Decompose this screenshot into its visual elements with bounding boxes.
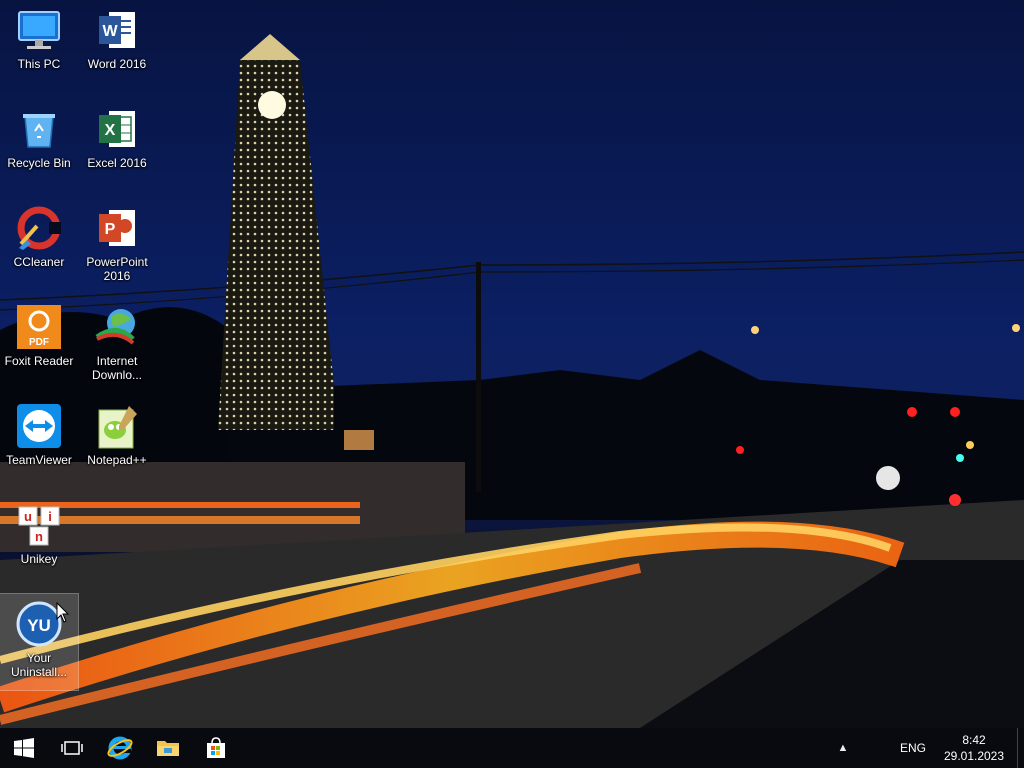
clock-date: 29.01.2023 (943, 749, 1005, 763)
word-icon: W (99, 12, 135, 48)
desktop-icon-this-pc[interactable]: This PC (0, 0, 78, 96)
show-desktop-button[interactable] (1017, 728, 1024, 768)
desktop-icon-label: Notepad++ (87, 453, 147, 467)
clock-time: 8:42 (962, 733, 986, 747)
desktop-icon-recycle-bin[interactable]: Recycle Bin (0, 99, 78, 195)
desktop-icon-powerpoint[interactable]: P PowerPoint 2016 (78, 198, 156, 294)
svg-text:P: P (105, 221, 116, 238)
svg-text:i: i (48, 509, 52, 524)
teamviewer-icon (17, 404, 61, 448)
desktop-icon-ccleaner[interactable]: CCleaner (0, 198, 78, 294)
desktop-icon-label: This PC (17, 57, 61, 71)
desktop-icon-foxit-reader[interactable]: PDF Foxit Reader (0, 297, 78, 393)
ccleaner-icon (17, 206, 61, 250)
desktop-icon-label: Internet Downlo... (91, 354, 143, 382)
system-tray: ▲ ENG 8:42 29.01.2023 (829, 728, 1024, 768)
desktop-icon-label: PowerPoint 2016 (86, 255, 148, 283)
desktop-icon-label: Recycle Bin (7, 156, 71, 170)
idm-icon (95, 309, 135, 345)
desktop-icon-label: Your Uninstall... (10, 651, 68, 679)
internet-explorer-button[interactable] (96, 728, 144, 768)
file-explorer-button[interactable] (144, 728, 192, 768)
svg-text:W: W (102, 23, 118, 40)
powerpoint-icon: P (99, 210, 135, 246)
this-pc-icon (18, 11, 60, 49)
recycle-bin-icon (23, 114, 55, 148)
notepadpp-icon (98, 406, 137, 449)
store-button[interactable] (192, 728, 240, 768)
desktop-icon-label: CCleaner (13, 255, 65, 269)
task-view-icon (61, 741, 83, 755)
file-explorer-icon (157, 741, 179, 756)
desktop-icon-label: Excel 2016 (87, 156, 147, 170)
desktop-icon-word[interactable]: W Word 2016 (78, 0, 156, 96)
internet-explorer-icon (107, 736, 133, 760)
desktop-icon-internet-download-manager[interactable]: Internet Downlo... (78, 297, 156, 393)
taskbar: ▲ ENG 8:42 29.01.2023 (0, 728, 1024, 768)
mouse-cursor-icon (56, 602, 70, 623)
excel-icon: X (99, 111, 135, 147)
desktop-icon-label: Word 2016 (87, 57, 147, 71)
start-icon (14, 738, 34, 758)
show-hidden-icons-chevron-icon[interactable]: ▲ (829, 742, 857, 754)
desktop-icon-label: Unikey (20, 552, 58, 566)
input-language-indicator[interactable]: ENG (895, 741, 931, 755)
clock[interactable]: 8:42 29.01.2023 (939, 732, 1009, 764)
desktop-icon-label: Foxit Reader (4, 354, 74, 368)
unikey-icon: u i n (18, 506, 60, 546)
svg-text:X: X (105, 122, 116, 139)
svg-text:YU: YU (27, 616, 51, 635)
svg-text:u: u (24, 509, 32, 524)
desktop-icon-teamviewer[interactable]: TeamViewer (0, 396, 78, 492)
store-icon (207, 737, 225, 758)
desktop-icon-unikey[interactable]: u i n Unikey (0, 495, 78, 591)
svg-text:PDF: PDF (29, 337, 49, 348)
svg-text:n: n (35, 529, 43, 544)
desktop-icon-label: TeamViewer (6, 453, 72, 467)
task-view-button[interactable] (48, 728, 96, 768)
start-button[interactable] (0, 728, 48, 768)
desktop-icon-excel[interactable]: X Excel 2016 (78, 99, 156, 195)
desktop-icon-notepad-plus-plus[interactable]: Notepad++ (78, 396, 156, 492)
foxit-icon: PDF (17, 305, 61, 349)
